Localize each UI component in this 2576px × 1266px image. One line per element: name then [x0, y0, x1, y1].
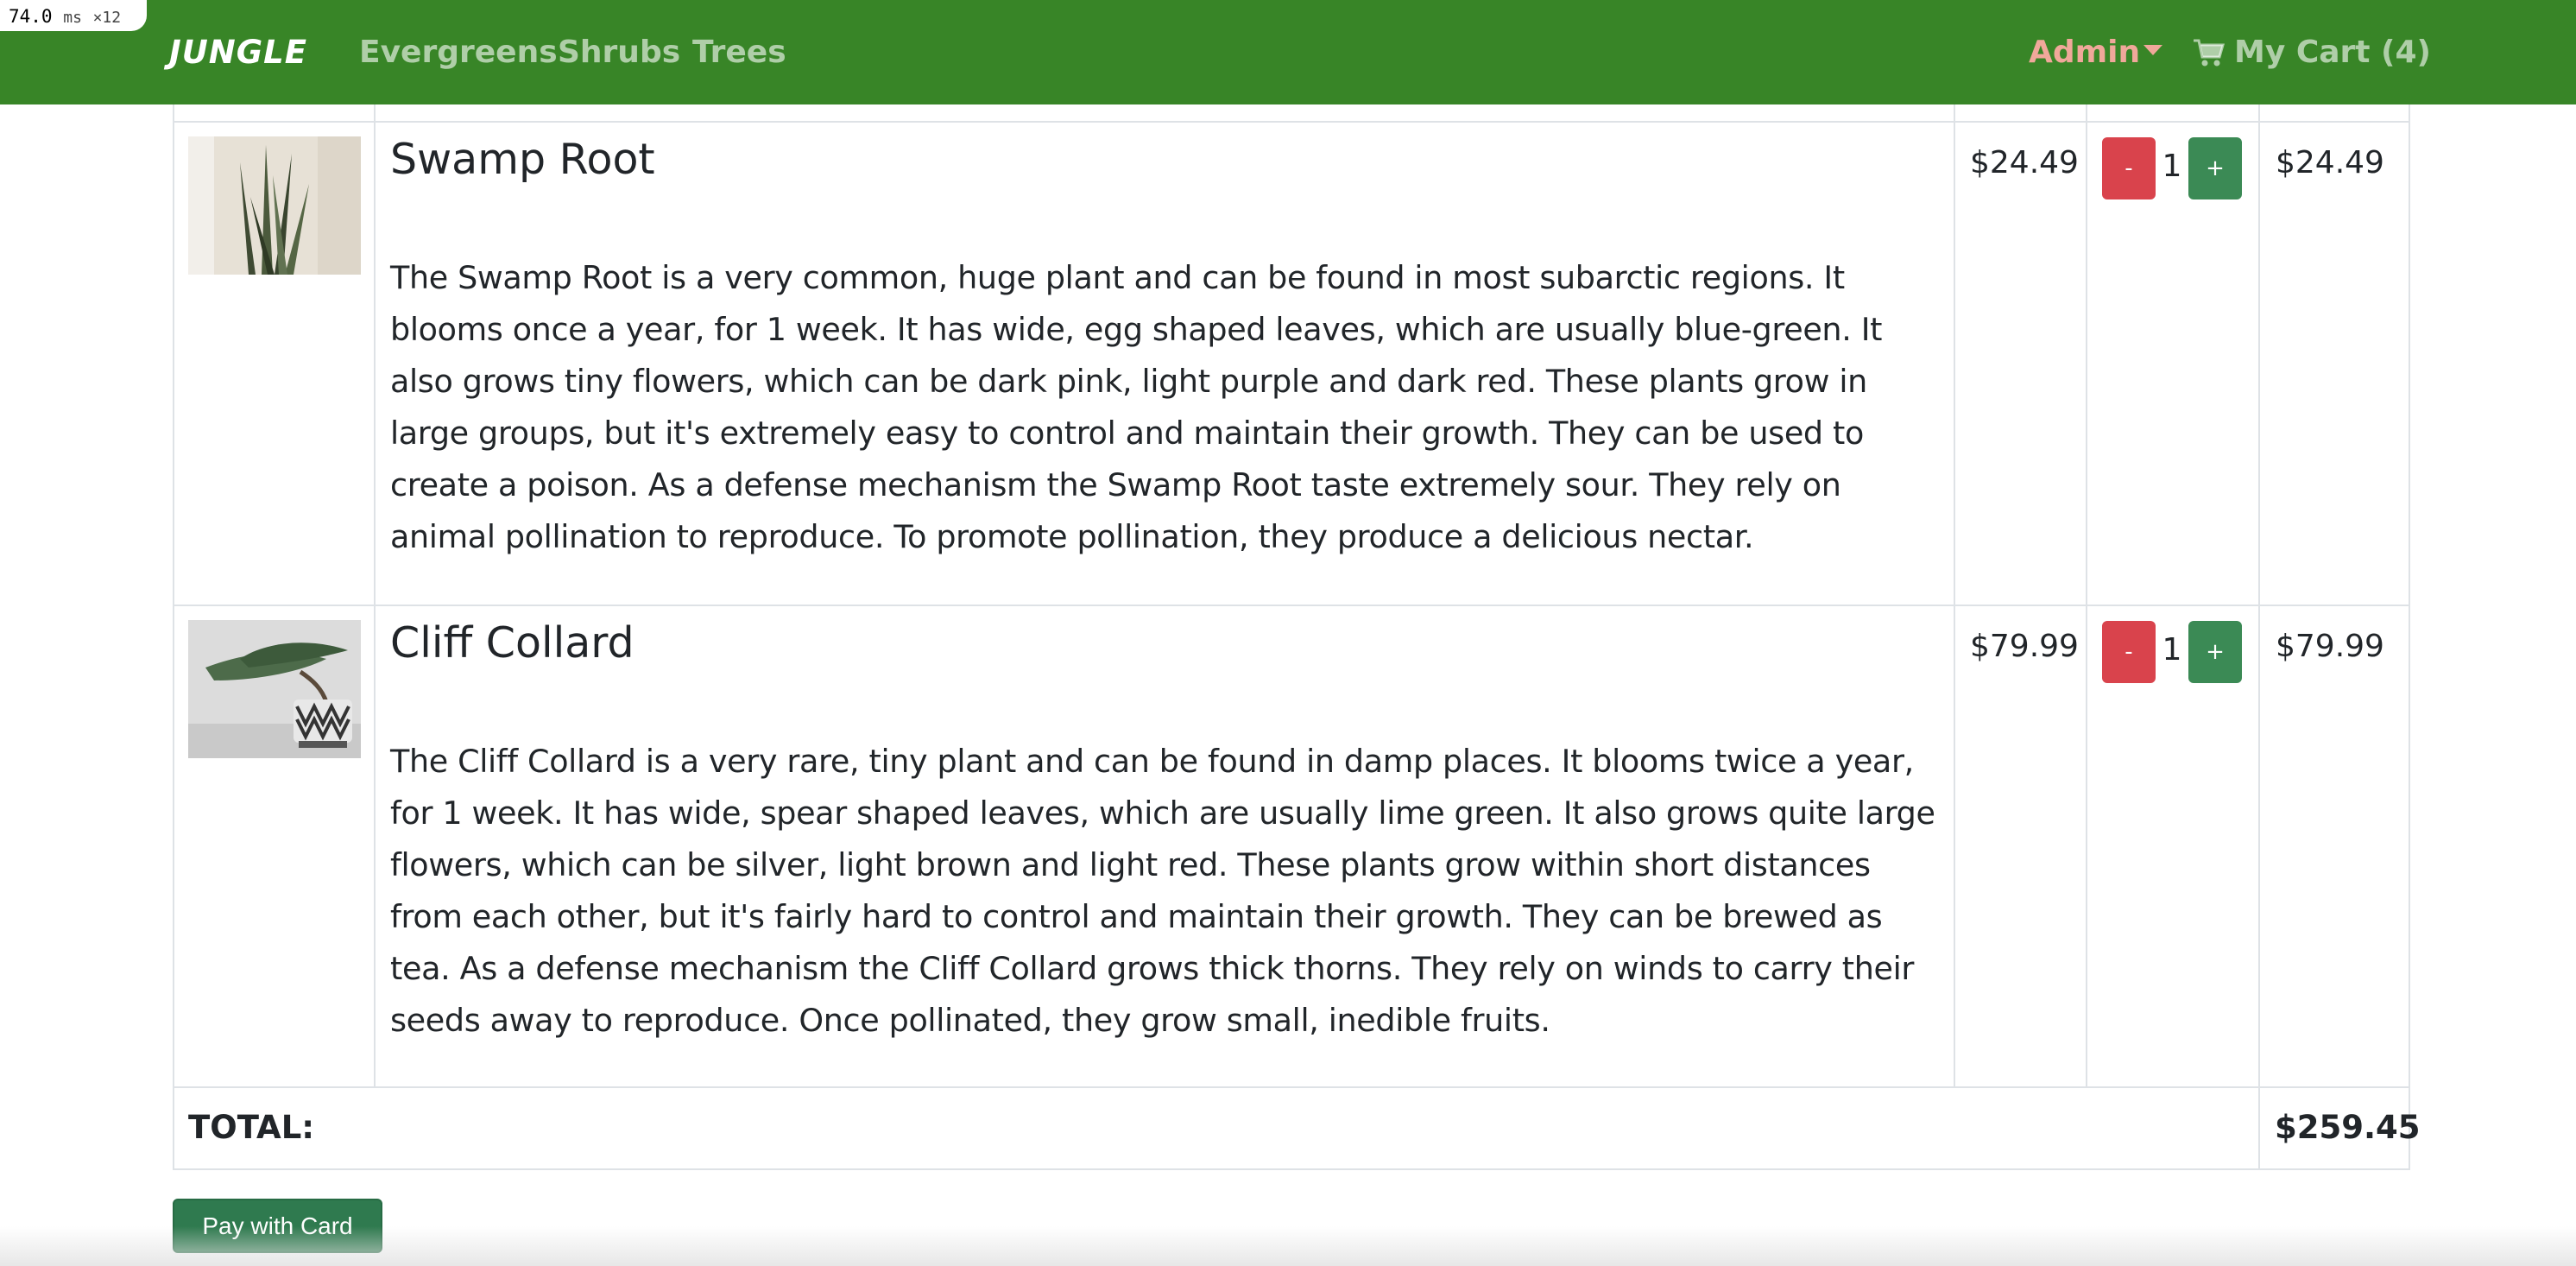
my-cart-link[interactable]: My Cart (4) [2193, 0, 2431, 104]
bottom-shadow [0, 1226, 2576, 1266]
decrease-quantity-button[interactable]: - [2102, 621, 2156, 683]
product-price: $79.99 [1970, 629, 2079, 664]
line-subtotal: $24.49 [2276, 145, 2384, 180]
perf-unit: ms [63, 9, 82, 27]
admin-dropdown[interactable]: Admin [2029, 0, 2140, 104]
caret-down-icon [2144, 45, 2162, 55]
quantity-value: 1 [2162, 632, 2182, 668]
product-description: The Swamp Root is a very common, huge pl… [390, 259, 1883, 555]
top-navbar: JUNGLE Evergreens Shrubs Trees Admin My … [0, 0, 2576, 104]
product-price: $24.49 [1970, 145, 2079, 180]
increase-quantity-button[interactable]: + [2188, 621, 2242, 683]
table-border [173, 104, 174, 1170]
table-column-divider [2258, 104, 2260, 1170]
table-divider [173, 1086, 2410, 1088]
total-label: TOTAL: [188, 1109, 315, 1146]
nav-link-evergreens[interactable]: Evergreens [359, 0, 558, 104]
nav-link-trees[interactable]: Trees [692, 0, 786, 104]
table-border [2409, 104, 2410, 1170]
table-divider [173, 1168, 2410, 1170]
shopping-cart-icon [2194, 39, 2225, 66]
table-column-divider [374, 104, 376, 1087]
product-image [188, 136, 361, 275]
quantity-value: 1 [2162, 149, 2182, 184]
table-column-divider [2086, 104, 2087, 1087]
perf-badge: 74.0 ms ×12 [0, 0, 147, 31]
table-divider [173, 605, 2410, 606]
nav-link-shrubs[interactable]: Shrubs [558, 0, 680, 104]
product-description: The Cliff Collard is a very rare, tiny p… [390, 743, 1935, 1039]
perf-value: 74.0 [9, 6, 53, 27]
product-name: Swamp Root [390, 135, 655, 184]
table-divider [173, 121, 2410, 123]
product-name: Cliff Collard [390, 618, 635, 668]
decrease-quantity-button[interactable]: - [2102, 137, 2156, 199]
brand-logo[interactable]: JUNGLE [169, 0, 307, 104]
perf-multiplier: ×12 [92, 9, 122, 27]
table-column-divider [1954, 104, 1955, 1087]
increase-quantity-button[interactable]: + [2188, 137, 2242, 199]
total-value: $259.45 [2275, 1109, 2421, 1146]
cart-label: My Cart (4) [2234, 35, 2431, 70]
line-subtotal: $79.99 [2276, 629, 2384, 664]
product-image [188, 620, 361, 758]
